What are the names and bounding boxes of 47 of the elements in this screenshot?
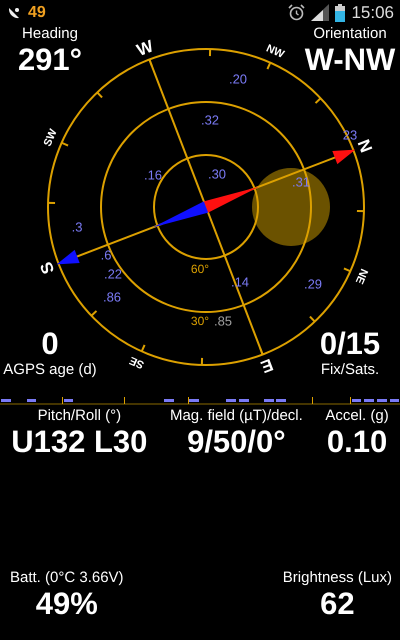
clock-time: 15:06: [351, 2, 394, 22]
orientation-label: Orientation: [313, 25, 387, 43]
footer-value: 49%: [36, 587, 98, 621]
satellite-count: 49: [28, 4, 46, 22]
direction-label: W: [134, 36, 156, 60]
metric-value: U132 L30: [11, 425, 148, 459]
agps-age-value: 0: [41, 327, 59, 361]
satellite-label: .6: [100, 248, 112, 262]
direction-label: E: [258, 354, 276, 377]
heading-label: Heading: [22, 25, 78, 43]
satellite-label: .3: [72, 220, 82, 234]
footer-value: 62: [320, 587, 355, 621]
agps-age-label: AGPS age (d): [3, 361, 97, 379]
elevation-label: 60°: [190, 262, 210, 276]
metric-label: Pitch/Roll (°): [38, 407, 122, 425]
satellite-label: .20: [228, 72, 248, 86]
direction-label: NW: [264, 42, 286, 61]
fix-sats-value: 0/15: [320, 327, 380, 361]
metric-value: 0.10: [326, 425, 388, 459]
needle-north: [204, 186, 260, 213]
metric-label: Mag. field (µT)/decl.: [170, 407, 303, 425]
satellite-label: .85: [214, 314, 232, 328]
satellite-label: .32: [200, 112, 220, 128]
heading-value: 291°: [18, 43, 82, 77]
satellite-label: .86: [102, 290, 122, 304]
fix-sats-label: Fix/Sats.: [320, 361, 380, 379]
satellite-label: .29: [304, 276, 322, 292]
satellite-label: .30: [208, 166, 226, 182]
satellite-label: .22: [104, 266, 122, 282]
direction-label: SE: [128, 354, 146, 371]
elevation-label: 30°: [190, 314, 210, 328]
metric-value: 9/50/0°: [187, 425, 286, 459]
metric-label: Accel. (g): [325, 407, 389, 425]
direction-label: SW: [42, 127, 60, 148]
satellite-label: .31: [292, 174, 310, 190]
south-arrow: [56, 250, 80, 264]
signal-icon: [311, 4, 330, 21]
alarm-icon: [288, 4, 306, 21]
direction-label: NE: [352, 266, 370, 286]
direction-label: S: [36, 259, 58, 277]
footer-label: Batt. (0°C 3.66V): [10, 569, 124, 587]
battery-icon: [335, 4, 346, 22]
footer-label: Brightness (Lux): [282, 569, 392, 587]
needle-south: [152, 201, 208, 228]
north-arrow: [332, 150, 356, 164]
satellite-label: .16: [144, 168, 162, 182]
orientation-value: W-NW: [304, 43, 396, 77]
